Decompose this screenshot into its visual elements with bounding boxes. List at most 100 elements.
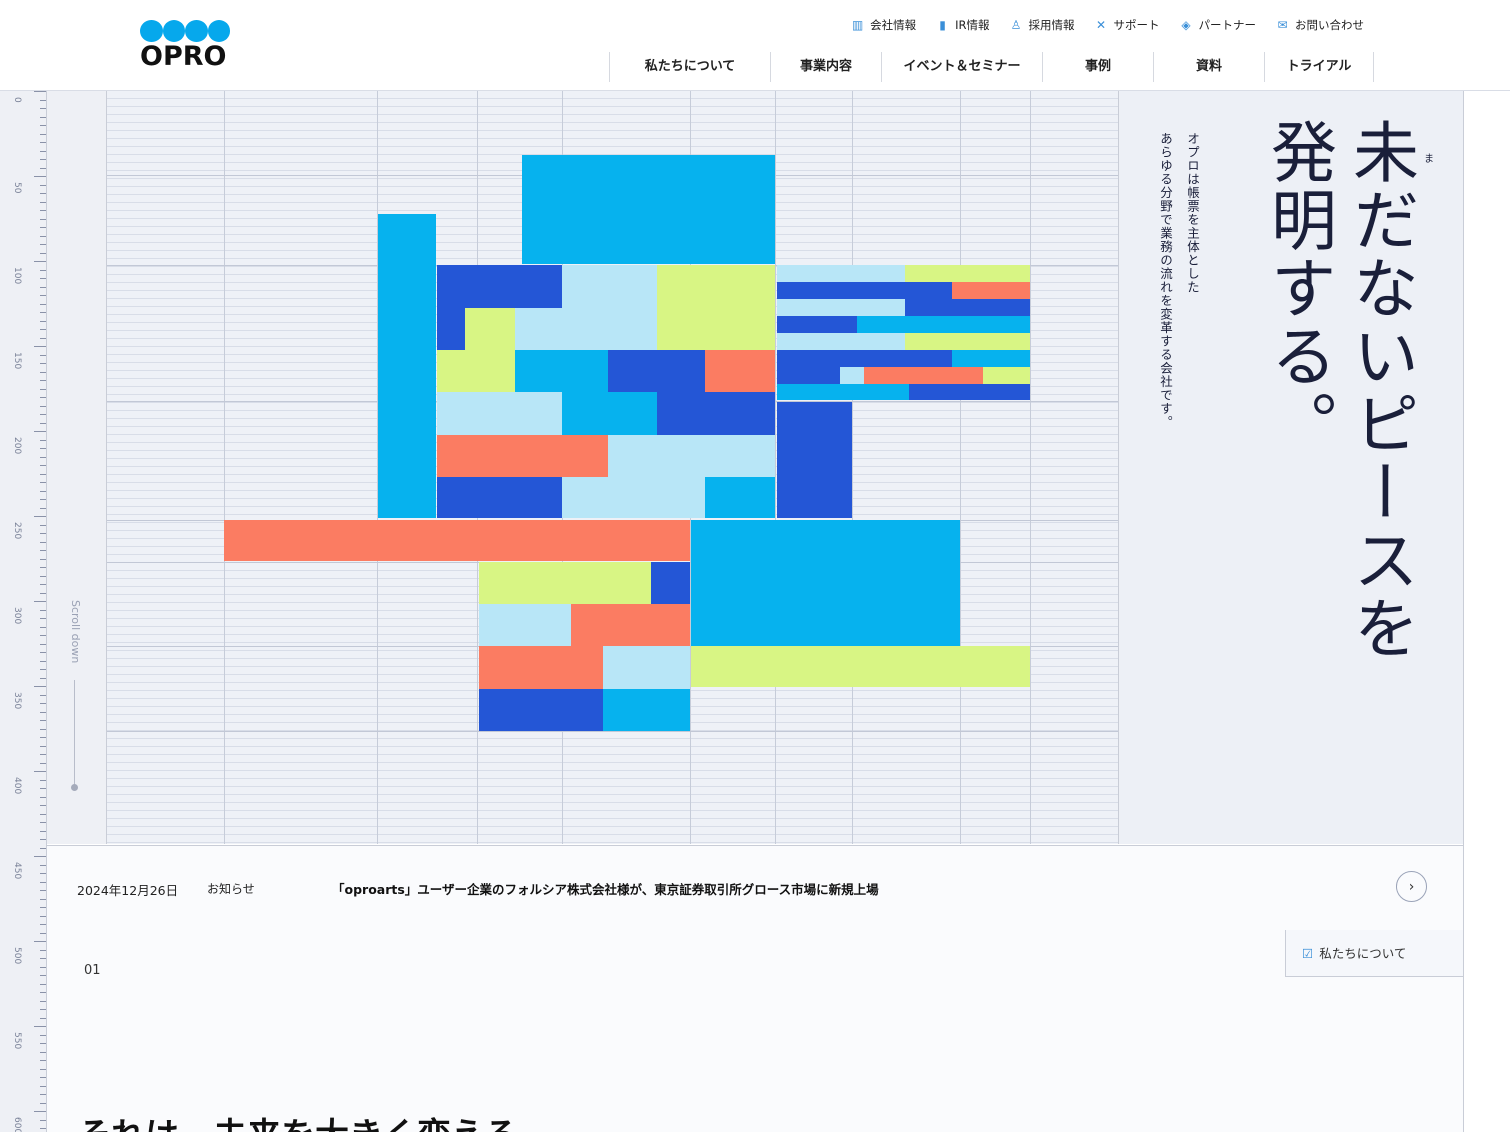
ruler-tick: [40, 125, 46, 126]
mail-icon: ✉: [1277, 18, 1288, 32]
ruler-tick: [34, 686, 46, 687]
nav-business[interactable]: 事業内容: [770, 52, 881, 82]
utility-link-label: サポート: [1113, 18, 1160, 32]
mosaic-block: [905, 265, 1030, 282]
ruler-tick: [40, 788, 46, 789]
ruler-tick: [34, 91, 46, 92]
vertical-ruler: 0 50 100 150 200 250 300 350 400 450 500 550 600: [0, 91, 47, 1132]
ruler-tick: [40, 924, 46, 925]
nav-documents[interactable]: 資料: [1153, 52, 1264, 82]
ruler-tick: [40, 669, 46, 670]
ruler-tick: [40, 762, 46, 764]
ruler-tick: [40, 269, 46, 271]
utility-link-contact[interactable]: ✉ お問い合わせ: [1275, 16, 1364, 34]
ruler-tick: [40, 473, 46, 475]
ruler-tick: [40, 881, 46, 883]
mosaic-block: [777, 367, 840, 384]
utility-link-recruit[interactable]: ♙ 採用情報: [1009, 16, 1075, 34]
ruler-tick: [40, 422, 46, 424]
mosaic-block: [705, 477, 775, 518]
ruler-tick: [40, 558, 46, 560]
news-next-button[interactable]: ›: [1396, 871, 1427, 902]
ruler-tick: [40, 626, 46, 628]
ruler-tick: [40, 303, 46, 305]
ruler-tick: [40, 201, 46, 203]
mosaic-block: [479, 689, 603, 731]
mosaic-block: [479, 646, 603, 689]
mosaic-block: [777, 299, 905, 316]
utility-link-company[interactable]: ▥ 会社情報: [850, 16, 916, 34]
ruler-tick: [40, 677, 46, 679]
scroll-indicator-dot[interactable]: [71, 784, 78, 791]
ruler-tick: [40, 618, 46, 619]
mosaic-block: [777, 282, 952, 299]
ruler-tick: [40, 244, 46, 245]
mosaic-block: [777, 402, 852, 518]
utility-link-label: IR情報: [955, 18, 990, 32]
ruler-tick: [40, 1068, 46, 1070]
mosaic-block: [952, 350, 1030, 367]
right-edge-strip: [1463, 91, 1510, 1132]
opro-logo[interactable]: OPRO: [140, 20, 230, 72]
mosaic-block: [691, 646, 1030, 687]
building-icon: ▥: [851, 18, 864, 32]
ruler-tick: [40, 524, 46, 526]
ruler-tick: [40, 703, 46, 704]
nav-cases[interactable]: 事例: [1042, 52, 1153, 82]
mosaic-block: [777, 384, 909, 400]
ruler-tick: [40, 1128, 46, 1129]
ruler-tick: [34, 941, 46, 942]
ruler-tick: [40, 218, 46, 220]
mosaic-block: [608, 350, 705, 392]
section-tag[interactable]: ☑ 私たちについて: [1285, 930, 1463, 977]
mosaic-block: [691, 520, 960, 646]
ruler-tick: [40, 1009, 46, 1010]
ruler-tick: [34, 1026, 46, 1027]
mosaic-block: [952, 282, 1030, 299]
nav-about[interactable]: 私たちについて: [609, 52, 770, 82]
ruler-tick: [40, 499, 46, 500]
ruler-tick: [34, 176, 46, 177]
mosaic-block: [378, 214, 436, 518]
ruler-tick: [40, 711, 46, 713]
ruler-label: 500: [12, 947, 22, 965]
ruler-tick: [40, 295, 46, 296]
utility-link-support[interactable]: ✕ サポート: [1094, 16, 1160, 34]
news-title[interactable]: 「oproarts」ユーザー企業のフォルシア株式会社様が、東京証券取引所グロース…: [332, 879, 879, 898]
mosaic-block: [608, 435, 775, 477]
utility-link-ir[interactable]: ▮ IR情報: [935, 16, 989, 34]
ruler-tick: [40, 1085, 46, 1087]
ruler-tick: [40, 439, 46, 441]
ruler-tick: [34, 601, 46, 602]
mosaic-block: [603, 689, 690, 731]
nav-trial[interactable]: トライアル: [1264, 52, 1374, 82]
mosaic-block: [437, 392, 562, 435]
hero-headline-line1: 未だないピースを: [1342, 118, 1419, 662]
ruler-tick: [40, 414, 46, 415]
ruler-tick: [34, 516, 46, 517]
scroll-indicator-line: [74, 680, 75, 788]
ruler-tick: [40, 966, 46, 968]
bar-chart-icon: ▮: [939, 18, 946, 32]
news-bar[interactable]: 2024年12月26日 お知らせ 「oproarts」ユーザー企業のフォルシア株…: [47, 845, 1463, 931]
logo-wordmark: OPRO: [140, 41, 227, 72]
news-category: お知らせ: [207, 882, 255, 896]
nav-events[interactable]: イベント＆セミナー: [881, 52, 1042, 82]
ruler-tick: [40, 312, 46, 313]
section-number: 01: [84, 963, 101, 978]
ruler-tick: [40, 108, 46, 109]
mosaic-block: [437, 477, 562, 518]
ruler-tick: [40, 1060, 46, 1061]
ruler-tick: [40, 584, 46, 585]
ruler-tick: [40, 983, 46, 985]
ruler-tick: [40, 482, 46, 483]
section-heading: それは、未来を大きく変える: [77, 1108, 518, 1132]
mosaic-block: [515, 308, 657, 350]
logo-dots: [140, 20, 230, 42]
ruler-tick: [40, 371, 46, 373]
ruler-tick: [40, 592, 46, 594]
mosaic-block: [705, 350, 775, 392]
utility-link-partner[interactable]: ◈ パートナー: [1179, 16, 1256, 34]
mosaic-block: [224, 520, 690, 561]
ruler-tick: [40, 975, 46, 976]
